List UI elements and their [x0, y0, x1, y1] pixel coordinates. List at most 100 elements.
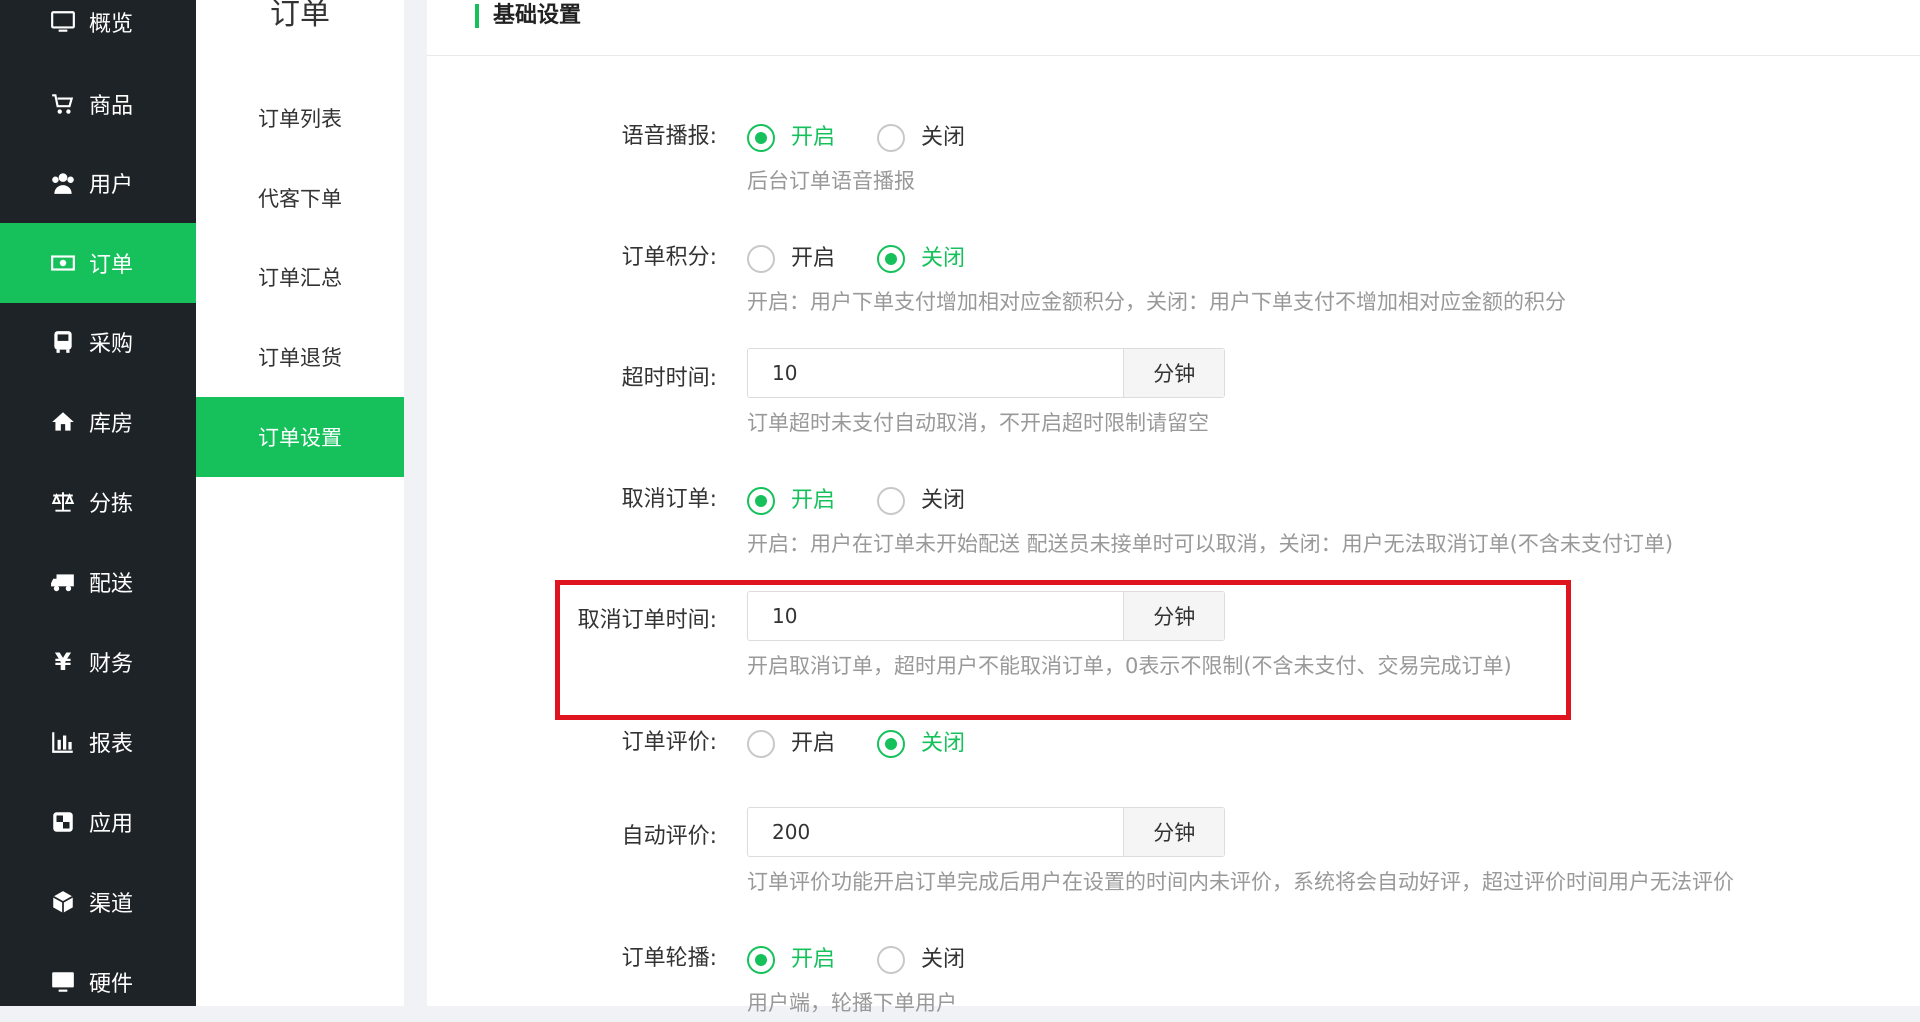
nav-label: 配送: [89, 572, 134, 597]
nav-label: 渠道: [89, 892, 134, 917]
subnav-item-order-summary[interactable]: 订单汇总: [196, 237, 404, 317]
nav-label: 报表: [89, 732, 134, 757]
cancel-time-input-group: 分钟: [747, 591, 1225, 641]
nav-item-apps[interactable]: 应用: [0, 782, 196, 862]
radio-circle: [877, 946, 905, 974]
bar-chart-icon: [49, 728, 77, 756]
review-off-radio[interactable]: 关闭: [877, 729, 965, 759]
nav-item-orders[interactable]: 订单: [0, 223, 196, 303]
cancel-hint: 开启：用户在订单未开始配送 配送员未接单时可以取消，关闭：用户无法取消订单(不含…: [747, 532, 1674, 556]
cancel-label: 取消订单:: [621, 487, 717, 512]
radio-circle: [747, 946, 775, 974]
radio-circle: [747, 730, 775, 758]
nav-item-reports[interactable]: 报表: [0, 702, 196, 782]
radio-label: 关闭: [921, 731, 966, 756]
nav-item-delivery[interactable]: 配送: [0, 542, 196, 622]
users-icon: [49, 169, 77, 197]
timeout-label: 超时时间:: [621, 366, 717, 391]
radio-circle: [877, 730, 905, 758]
nav-label: 应用: [89, 812, 134, 837]
timeout-input[interactable]: [748, 349, 1124, 397]
app-icon: [49, 808, 77, 836]
nav-item-channels[interactable]: 渠道: [0, 862, 196, 942]
monitor-icon: [49, 8, 77, 36]
review-on-radio[interactable]: 开启: [747, 729, 835, 759]
timeout-hint: 订单超时未支付自动取消，不开启超时限制请留空: [747, 411, 1209, 435]
voice-on-radio[interactable]: 开启: [747, 123, 835, 153]
nav-item-warehouse[interactable]: 库房: [0, 382, 196, 462]
nav-label: 采购: [89, 332, 134, 357]
radio-label: 开启: [791, 731, 836, 756]
cancel-time-input[interactable]: [748, 592, 1124, 640]
section-header: 基础设置: [427, 0, 1920, 56]
auto-review-input[interactable]: [748, 808, 1124, 856]
radio-label: 开启: [791, 246, 836, 271]
radio-label: 关闭: [921, 246, 966, 271]
subnav-item-order-returns[interactable]: 订单退货: [196, 317, 404, 397]
home-icon: [49, 408, 77, 436]
cancel-on-radio[interactable]: 开启: [747, 486, 835, 516]
cancel-time-hint: 开启取消订单，超时用户不能取消订单，0表示不限制(不含未支付、交易完成订单): [747, 654, 1512, 678]
radio-circle: [747, 245, 775, 273]
nav-label: 财务: [89, 652, 134, 677]
nav-label: 订单: [89, 253, 134, 278]
radio-circle: [877, 245, 905, 273]
nav-item-finance[interactable]: ¥ 财务: [0, 622, 196, 702]
radio-label: 开启: [791, 488, 836, 513]
subnav-item-proxy-order[interactable]: 代客下单: [196, 158, 404, 238]
carousel-off-radio[interactable]: 关闭: [877, 945, 965, 975]
nav-item-products[interactable]: 商品: [0, 64, 196, 144]
nav-label: 用户: [89, 173, 134, 198]
secondary-sidebar: 订单 订单列表 代客下单 订单汇总 订单退货 订单设置: [196, 0, 404, 1006]
radio-circle: [747, 487, 775, 515]
carousel-label: 订单轮播:: [621, 946, 717, 971]
truck-icon: [49, 568, 77, 596]
nav-item-sorting[interactable]: 分拣: [0, 462, 196, 542]
radio-circle: [747, 124, 775, 152]
radio-circle: [877, 124, 905, 152]
monitor-icon: [49, 968, 77, 996]
carousel-on-radio[interactable]: 开启: [747, 945, 835, 975]
subnav-item-order-list[interactable]: 订单列表: [196, 78, 404, 158]
yen-icon: ¥: [54, 648, 72, 676]
radio-label: 关闭: [921, 125, 966, 150]
nav-item-users[interactable]: 用户: [0, 143, 196, 223]
nav-label: 商品: [89, 94, 134, 119]
auto-review-hint: 订单评价功能开启订单完成后用户在设置的时间内未评价，系统将会自动好评，超过评价时…: [747, 870, 1734, 894]
voice-label: 语音播报:: [621, 124, 717, 149]
timeout-input-group: 分钟: [747, 348, 1225, 398]
timeout-unit: 分钟: [1123, 349, 1224, 397]
radio-label: 开启: [791, 125, 836, 150]
cube-icon: [49, 888, 77, 916]
subnav-title: 订单: [270, 0, 330, 32]
radio-label: 关闭: [921, 488, 966, 513]
points-on-radio[interactable]: 开启: [747, 244, 835, 274]
carousel-hint: 用户端，轮播下单用户: [747, 991, 957, 1015]
nav-item-hardware[interactable]: 硬件: [0, 942, 196, 1022]
section-accent-bar: [475, 4, 479, 28]
points-label: 订单积分:: [621, 245, 717, 270]
radio-circle: [877, 487, 905, 515]
voice-off-radio[interactable]: 关闭: [877, 123, 965, 153]
auto-review-label: 自动评价:: [621, 824, 717, 849]
primary-sidebar: 概览 商品 用户 订单 采购 库房 分拣 配送 ¥ 财务 报表 应用 渠道 硬件: [0, 0, 196, 1006]
money-icon: [49, 249, 77, 277]
scale-icon: [49, 488, 77, 516]
nav-label: 概览: [89, 12, 134, 37]
cart-icon: [49, 90, 77, 118]
cancel-time-unit: 分钟: [1123, 592, 1224, 640]
nav-label: 库房: [89, 412, 134, 437]
cancel-off-radio[interactable]: 关闭: [877, 486, 965, 516]
radio-label: 开启: [791, 947, 836, 972]
nav-label: 硬件: [89, 972, 134, 997]
radio-label: 关闭: [921, 947, 966, 972]
bus-icon: [49, 328, 77, 356]
subnav-item-order-settings[interactable]: 订单设置: [196, 397, 404, 477]
nav-item-purchase[interactable]: 采购: [0, 302, 196, 382]
section-title: 基础设置: [493, 3, 582, 28]
voice-hint: 后台订单语音播报: [747, 169, 915, 193]
review-label: 订单评价:: [621, 730, 717, 755]
nav-item-overview[interactable]: 概览: [0, 0, 196, 62]
points-hint: 开启：用户下单支付增加相对应金额积分，关闭：用户下单支付不增加相对应金额的积分: [747, 290, 1566, 314]
points-off-radio[interactable]: 关闭: [877, 244, 965, 274]
